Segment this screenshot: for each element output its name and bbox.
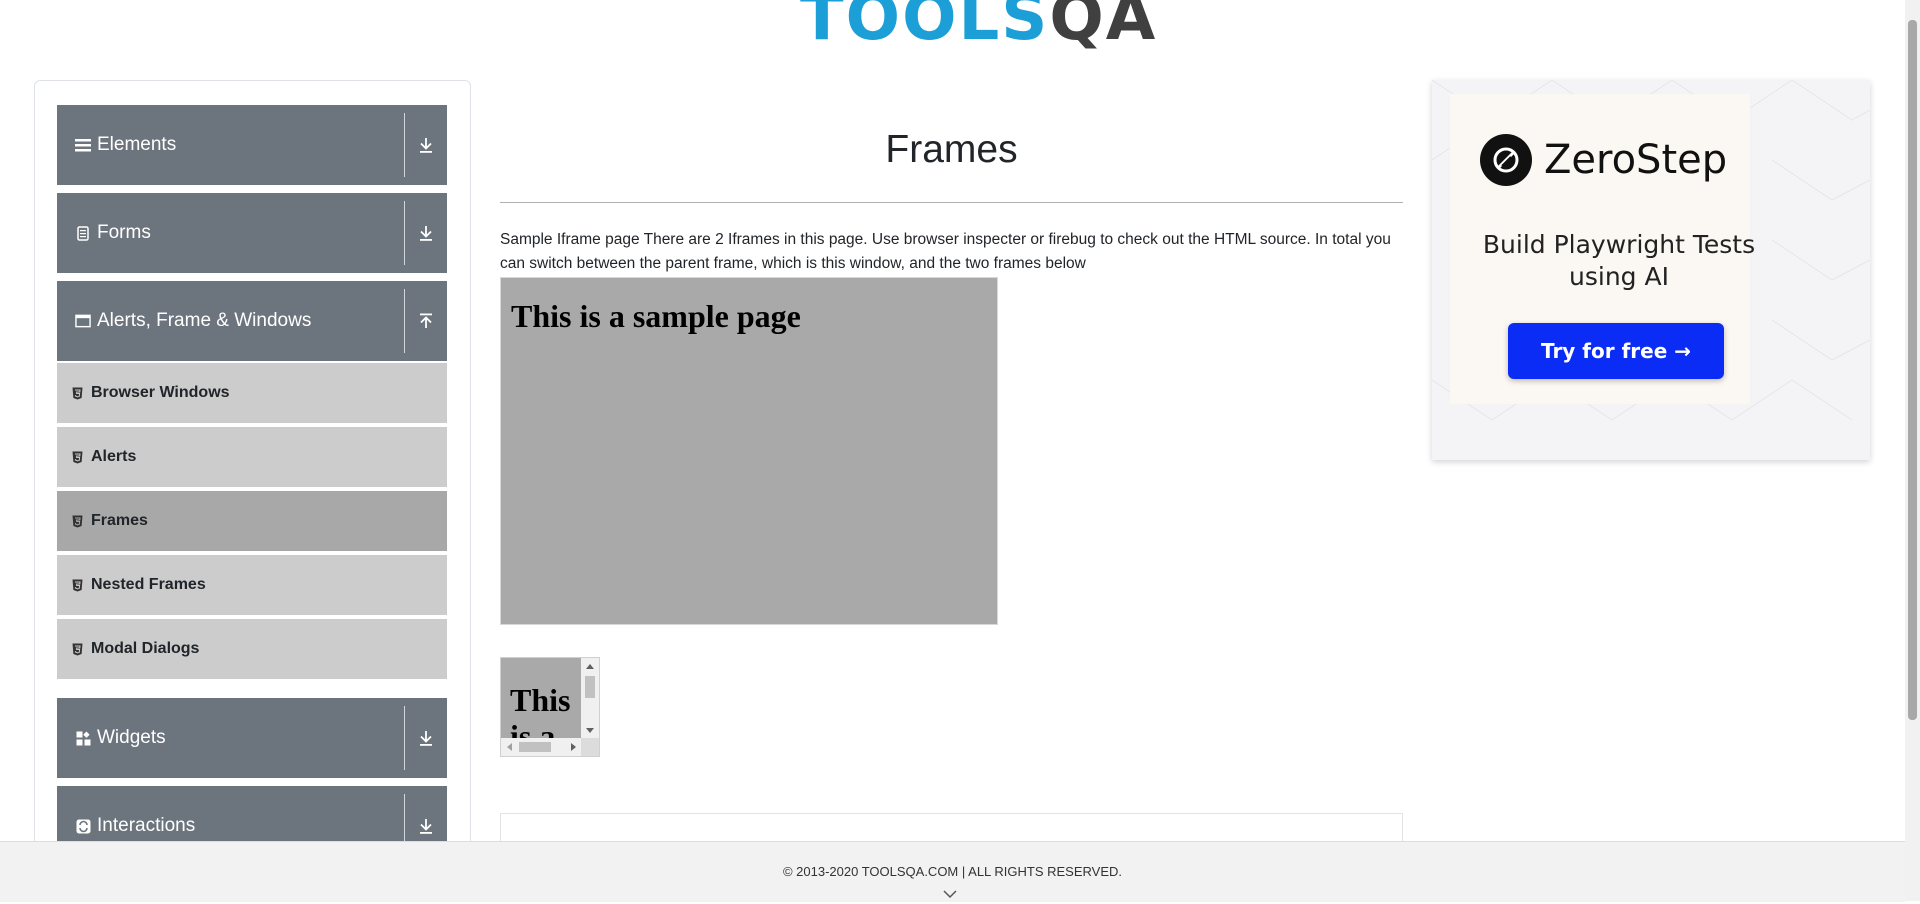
widgets-icon [75,730,91,746]
group-label: Alerts, Frame & Windows [97,310,312,331]
ad-brand: ZeroStep [1544,137,1728,183]
sidebar-item-label: Alerts [91,448,137,465]
scroll-thumb[interactable] [585,676,595,698]
sidebar-item-label: Frames [91,512,148,529]
zerostep-logo: ZeroStep [1480,134,1727,186]
hamburger-icon [75,137,91,153]
scroll-up-icon[interactable] [586,664,594,669]
sidebar-item-label: Browser Windows [91,384,230,401]
page-scrollbar[interactable] [1905,0,1920,901]
scroll-right-icon[interactable] [571,743,576,751]
interactions-icon [75,818,91,834]
iframe-small[interactable]: This is a sample page [500,657,600,757]
group-divider [404,113,405,177]
page-description: Sample Iframe page There are 2 Iframes i… [500,231,1391,272]
logo-text: TOOLSQA [800,0,1157,50]
footer-copyright: © 2013-2020 TOOLSQA.COM | ALL RIGHTS RES… [782,864,1123,879]
sidebar-item-modal-dialogs[interactable]: Modal Dialogs [57,619,447,681]
scroll-corner [581,738,599,756]
group-label: Elements [97,134,177,155]
advertisement[interactable]: ZeroStep Build Playwright Tests using AI… [1432,80,1870,460]
sidebar-item-nested-frames[interactable]: Nested Frames [57,555,447,617]
sidebar-item-label: Nested Frames [91,576,206,593]
title-divider [500,202,1403,203]
frame-heading: This is a sample page [511,298,801,334]
expand-arrow-icon[interactable] [414,105,438,185]
sidebar-item-alerts[interactable]: Alerts [57,427,447,489]
ad-headline: Build Playwright Tests using AI [1482,230,1756,291]
group-divider [404,706,405,770]
html5-icon [72,451,83,464]
ad-card: ZeroStep Build Playwright Tests using AI… [1450,94,1755,404]
group-label: Interactions [97,815,196,836]
group-divider [404,289,405,353]
collapse-arrow-icon[interactable] [414,281,438,361]
frame-vertical-scrollbar[interactable] [581,658,599,740]
frame-horizontal-scrollbar[interactable] [501,738,583,756]
window-icon [75,313,91,329]
sidebar-group-widgets[interactable]: Widgets [57,698,447,778]
page-title: Frames [885,128,1018,171]
html5-icon [72,643,83,656]
sidebar-group-forms[interactable]: Forms [57,193,447,273]
group-divider [404,201,405,265]
scroll-down-icon[interactable] [586,728,594,733]
expand-arrow-icon[interactable] [414,698,438,778]
footer: © 2013-2020 TOOLSQA.COM | ALL RIGHTS RES… [0,841,1905,902]
try-for-free-button[interactable]: Try for free → [1508,323,1724,379]
html5-icon [72,579,83,592]
logo-accent: QA [1049,0,1158,55]
sidebar-item-frames[interactable]: Frames [57,491,447,553]
scroll-thumb[interactable] [519,742,551,752]
iframe-large[interactable]: This is a sample page [500,277,998,625]
expand-arrow-icon[interactable] [414,193,438,273]
group-label: Widgets [97,727,166,748]
document-icon [75,225,91,241]
html5-icon [72,515,83,528]
sidebar-group-elements[interactable]: Elements [57,105,447,185]
sidebar-group-alerts-frame-windows[interactable]: Alerts, Frame & Windows [57,281,447,361]
sidebar-item-label: Modal Dialogs [91,640,200,657]
page-scroll-thumb[interactable] [1908,20,1917,720]
scroll-left-icon[interactable] [507,743,512,751]
chevron-down-icon[interactable] [942,886,958,904]
html5-icon [72,387,83,400]
zerostep-mark-icon [1480,134,1532,186]
group-label: Forms [97,222,151,243]
toolsqa-logo[interactable]: TOOLSQA [800,0,1155,50]
logo-main: TOOLS [800,0,1050,55]
sidebar: Elements Forms Alerts, Frame & Windows B… [34,80,471,866]
sidebar-item-browser-windows[interactable]: Browser Windows [57,363,447,425]
